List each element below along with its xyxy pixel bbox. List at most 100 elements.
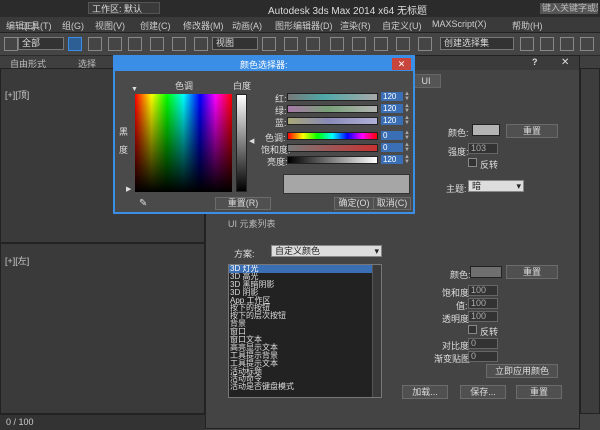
viewport-top-label[interactable]: [+][顶] <box>5 88 29 101</box>
saturation-spinner[interactable]: 100 <box>468 285 498 296</box>
theme-label: 主题: <box>446 184 467 194</box>
preferences-close-button[interactable]: ✕ <box>561 57 569 68</box>
time-slider[interactable]: 0 / 100 <box>0 414 205 430</box>
menu-help[interactable]: 帮助(H) <box>512 19 543 32</box>
snap-toggle-icon[interactable] <box>330 37 344 51</box>
green-input[interactable]: 120 <box>381 104 403 113</box>
menu-graph[interactable]: 图形编辑器(D) <box>275 19 333 32</box>
spinner-snap-icon[interactable] <box>396 37 410 51</box>
blue-spinner-icon[interactable]: ▲ ▼ <box>404 115 410 126</box>
list-item[interactable]: 背景 <box>229 320 381 328</box>
workspace-select[interactable]: 工作区: 默认 <box>88 2 160 14</box>
mirror-icon[interactable] <box>520 37 534 51</box>
tab-ui[interactable]: UI <box>411 74 441 88</box>
menu-rendering[interactable]: 渲染(R) <box>340 19 371 32</box>
viewport-left-label[interactable]: [+][左] <box>5 254 29 267</box>
move-icon[interactable] <box>150 37 164 51</box>
whiteness-pointer-icon[interactable]: ◀ <box>249 137 254 145</box>
rectangle-select-icon[interactable] <box>108 37 122 51</box>
invert-label: 反转 <box>480 160 499 170</box>
menu-tools[interactable]: 工具(T) <box>22 19 52 32</box>
select-by-name-icon[interactable] <box>88 37 102 51</box>
invert-checkbox[interactable] <box>468 158 477 167</box>
contrast-spinner[interactable]: 0 <box>468 338 498 349</box>
gradient-spinner[interactable]: 0 <box>468 351 498 362</box>
brightness-spinner-icon[interactable]: ▲ ▼ <box>404 154 410 165</box>
scheme-select[interactable]: 自定义颜色 ▾ <box>271 245 382 257</box>
whiteness-bar[interactable] <box>236 94 247 192</box>
eyedropper-icon[interactable]: ✎ <box>139 198 147 209</box>
red-slider[interactable] <box>287 93 378 101</box>
apply-colors-button[interactable]: 立即应用颜色 <box>486 364 558 378</box>
menu-modifiers[interactable]: 修改器(M) <box>183 19 224 32</box>
percent-snap-icon[interactable] <box>374 37 388 51</box>
green-slider[interactable] <box>287 105 378 113</box>
intensity-spinner[interactable]: 103 <box>468 143 498 154</box>
list-scrollbar[interactable] <box>372 265 381 397</box>
reset2-button[interactable]: 重置 <box>506 265 558 279</box>
menu-animation[interactable]: 动画(A) <box>232 19 262 32</box>
brightness-input[interactable]: 120 <box>381 155 403 164</box>
angle-snap-icon[interactable] <box>352 37 366 51</box>
select-object-icon[interactable] <box>68 37 82 51</box>
menu-views[interactable]: 视图(V) <box>95 19 125 32</box>
selection-filter-select[interactable]: 全部 <box>18 37 64 50</box>
scale-icon[interactable] <box>194 37 208 51</box>
viewport-right-edge[interactable] <box>580 68 600 414</box>
saturation-spinner-icon[interactable]: ▲ ▼ <box>404 142 410 153</box>
value-spinner[interactable]: 100 <box>468 298 498 309</box>
help-button[interactable]: ? <box>532 57 538 67</box>
blackness-pointer-icon[interactable]: ▶ <box>126 185 131 193</box>
menu-create[interactable]: 创建(C) <box>140 19 171 32</box>
viewport-left[interactable]: [+][左] <box>0 243 205 414</box>
brightness-slider[interactable] <box>287 156 378 164</box>
ui-element-list[interactable]: 3D 灯光 3D 高光 3D 黑暗阴影 3D 阴影 App 工作区 按下的按钮 按下的层次按… <box>228 264 382 398</box>
reset3-button[interactable]: 重置 <box>516 385 562 399</box>
red-spinner-icon[interactable]: ▲ ▼ <box>404 91 410 102</box>
reference-coordinate-select[interactable]: 视图 <box>212 37 258 50</box>
green-spinner-icon[interactable]: ▲ ▼ <box>404 103 410 114</box>
rotate-icon[interactable] <box>172 37 186 51</box>
theme-select[interactable]: 暗 ▾ <box>468 180 524 192</box>
layer-icon[interactable] <box>560 37 574 51</box>
edit-named-selection-icon[interactable] <box>418 37 432 51</box>
blue-slider[interactable] <box>287 117 378 125</box>
menu-customize[interactable]: 自定义(U) <box>382 19 422 32</box>
ok-button[interactable]: 确定(O) <box>334 197 374 210</box>
menu-maxscript[interactable]: MAXScript(X) <box>432 19 487 29</box>
hue-pointer-icon[interactable]: ▼ <box>131 86 138 93</box>
menu-group[interactable]: 组(G) <box>62 19 84 32</box>
reset-button[interactable]: 重置 <box>506 124 558 138</box>
named-selection-set-select[interactable]: 创建选择集 <box>440 37 514 50</box>
select-manipulate-icon[interactable] <box>284 37 298 51</box>
reset-color-button[interactable]: 重置(R) <box>215 197 271 210</box>
pivot-icon[interactable] <box>262 37 276 51</box>
invert2-checkbox[interactable] <box>468 325 477 334</box>
red-input[interactable]: 120 <box>381 92 403 101</box>
undo-icon[interactable] <box>4 37 18 51</box>
hue-blackness-spectrum[interactable] <box>135 94 232 192</box>
color-picker-title-bar: 颜色选择器: <box>115 57 413 71</box>
window-crossing-icon[interactable] <box>128 37 142 51</box>
transparency-spinner[interactable]: 100 <box>468 311 498 322</box>
list-item[interactable]: 活动是否键盘模式 <box>229 383 381 391</box>
search-input[interactable]: 键入关键字或短语 <box>540 3 598 14</box>
cancel-button[interactable]: 取消(C) <box>373 197 411 210</box>
scheme-label: 方案: <box>234 249 255 259</box>
theme-select-value: 暗 <box>472 181 482 191</box>
hue-spinner-icon[interactable]: ▲ ▼ <box>404 130 410 141</box>
saturation-input[interactable]: 0 <box>381 143 403 152</box>
load-button[interactable]: 加载... <box>402 385 448 399</box>
color2-swatch[interactable] <box>470 266 502 278</box>
list-item[interactable]: 按下的层次按钮 <box>229 312 381 320</box>
ribbon-toggle-icon[interactable] <box>580 37 594 51</box>
color-picker-close-button[interactable]: ✕ <box>392 58 411 70</box>
color-swatch[interactable] <box>472 124 500 136</box>
keyboard-shortcut-icon[interactable] <box>306 37 320 51</box>
hue-input[interactable]: 0 <box>381 131 403 140</box>
saturation-slider[interactable] <box>287 144 378 152</box>
blue-input[interactable]: 120 <box>381 116 403 125</box>
save-button[interactable]: 保存... <box>460 385 506 399</box>
hue-slider[interactable] <box>287 132 378 140</box>
align-icon[interactable] <box>540 37 554 51</box>
